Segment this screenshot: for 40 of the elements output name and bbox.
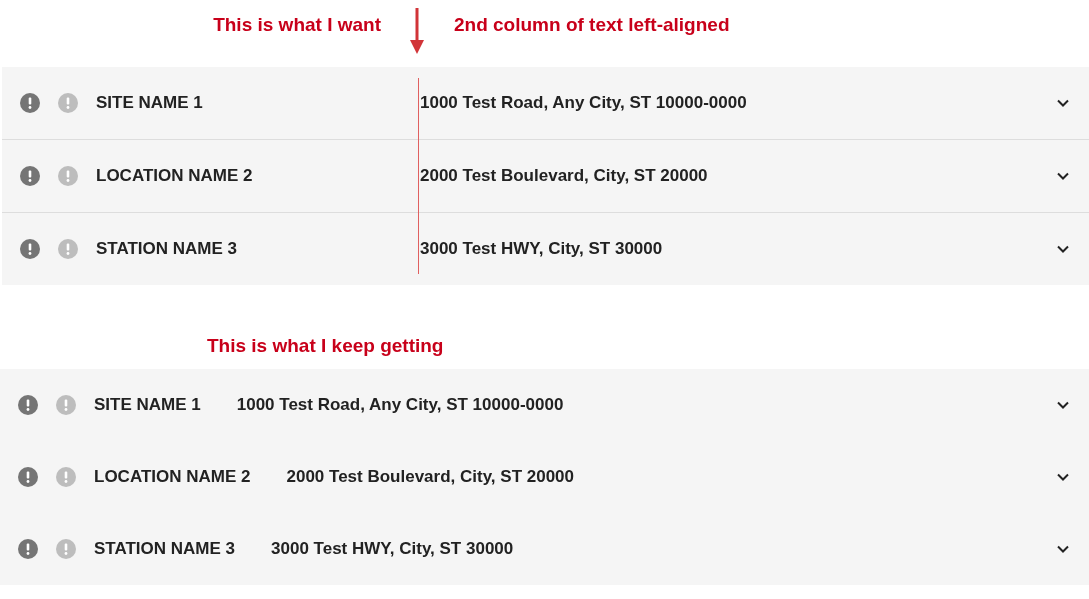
chevron-down-icon[interactable] — [1057, 172, 1069, 180]
site-name: LOCATION NAME 2 — [96, 166, 254, 186]
alert-icon — [18, 395, 38, 415]
annotation-caption: This is what I want — [212, 14, 381, 36]
alert-icon — [58, 166, 78, 186]
chevron-down-icon[interactable] — [1057, 99, 1069, 107]
chevron-down-icon[interactable] — [1057, 245, 1069, 253]
site-name: STATION NAME 3 — [96, 239, 239, 259]
site-name: STATION NAME 3 — [94, 539, 236, 559]
alert-icon — [58, 239, 78, 259]
address-text: 1000 Test Road, Any City, ST 10000-0000 — [420, 93, 747, 113]
list-row[interactable]: LOCATION NAME 2 2000 Test Boulevard, City, ST 20000 — [0, 441, 1089, 513]
alert-icon — [20, 93, 40, 113]
alert-icon — [20, 166, 40, 186]
address-text: 3000 Test HWY, City, ST 30000 — [420, 239, 663, 259]
alert-icon — [20, 239, 40, 259]
chevron-down-icon[interactable] — [1057, 401, 1069, 409]
alert-icon — [18, 467, 38, 487]
list-row[interactable]: LOCATION NAME 2 2000 Test Boulevard, City, ST 20000 — [2, 139, 1089, 212]
alert-icon — [56, 395, 76, 415]
chevron-down-icon[interactable] — [1057, 473, 1069, 481]
list-row[interactable]: SITE NAME 1 1000 Test Road, Any City, ST 10000-0000 — [2, 67, 1089, 139]
alert-icon — [58, 93, 78, 113]
down-arrow-icon — [410, 8, 424, 54]
chevron-down-icon[interactable] — [1057, 545, 1069, 553]
alert-icon — [18, 539, 38, 559]
list-row[interactable]: SITE NAME 1 1000 Test Road, Any City, ST 10000-0000 — [0, 369, 1089, 441]
site-name: SITE NAME 1 — [94, 395, 201, 415]
address-text: 2000 Test Boulevard, City, ST 20000 — [286, 467, 575, 487]
site-name: SITE NAME 1 — [96, 93, 204, 113]
address-text: 2000 Test Boulevard, City, ST 20000 — [420, 166, 708, 186]
list-row[interactable]: STATION NAME 3 3000 Test HWY, City, ST 30000 — [2, 212, 1089, 285]
address-text: 1000 Test Road, Any City, ST 10000-0000 — [236, 395, 564, 415]
address-text: 3000 Test HWY, City, ST 30000 — [271, 539, 514, 559]
alert-icon — [56, 467, 76, 487]
alert-icon — [56, 539, 76, 559]
annotation-caption: 2nd column of text left-aligned — [454, 14, 730, 36]
annotation-caption: This is what I keep getting — [207, 335, 444, 357]
list-row[interactable]: STATION NAME 3 3000 Test HWY, City, ST 30000 — [0, 513, 1089, 585]
site-name: LOCATION NAME 2 — [94, 467, 251, 487]
